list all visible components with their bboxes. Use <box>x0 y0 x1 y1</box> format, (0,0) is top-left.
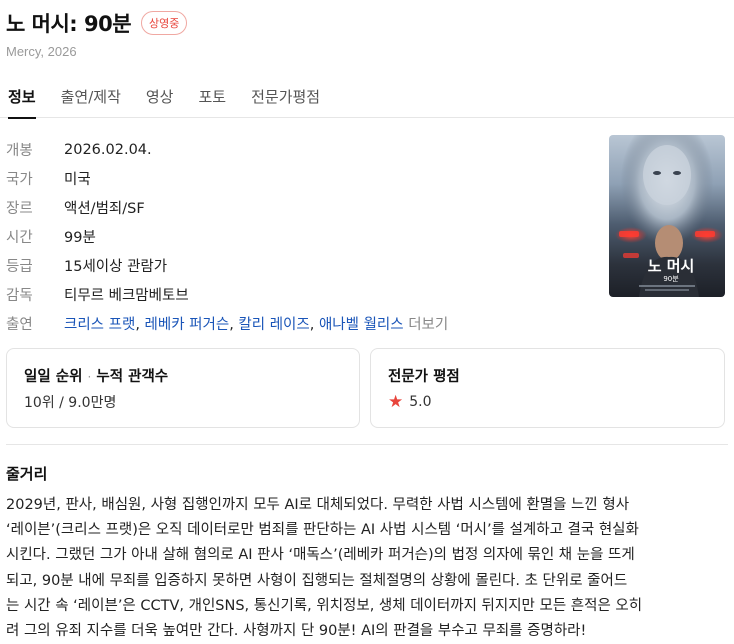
tab-bar: 정보 출연/제작 영상 포토 전문가평점 <box>0 78 734 119</box>
genre-label: 장르 <box>6 201 33 217</box>
synopsis-line: 2029년, 판사, 배심원, 사형 집행인까지 모두 AI로 대체되었다. 무… <box>6 497 630 513</box>
header: 노 머시: 90분 상영중 <box>6 8 188 38</box>
info-row-genre: 장르 액션/범죄/SF <box>6 193 448 222</box>
info-row-cast: 출연 크리스 프랫, 레베카 퍼거슨, 칼리 레이즈, 애나벨 월리스 더보기 <box>6 309 448 338</box>
synopsis-body: 2029년, 판사, 배심원, 사형 집행인까지 모두 AI로 대체되었다. 무… <box>6 493 728 644</box>
synopsis-line: 는 시간 속 ‘레이븐’은 CCTV, 개인SNS, 통신기록, 위치정보, 생… <box>6 597 643 614</box>
tab-critic-reviews[interactable]: 전문가평점 <box>251 78 320 118</box>
info-row-runtime: 시간 99분 <box>6 222 448 251</box>
info-row-director: 감독 티무르 베크맘베토브 <box>6 280 448 309</box>
country-value: 미국 <box>64 172 91 188</box>
info-list: 개봉 2026.02.04. 국가 미국 장르 액션/범죄/SF 시간 99분 … <box>6 135 448 338</box>
daily-rank-title: 일일 순위 <box>24 369 83 385</box>
poster-image: 노 머시 90분 <box>609 135 725 297</box>
genre-value: 액션/범죄/SF <box>64 201 145 217</box>
synopsis-line: 되고, 90분 내에 무죄를 입증하지 못하면 사형이 집행되는 절체절명의 상… <box>6 572 628 589</box>
cast-link[interactable]: 레베카 퍼거슨 <box>145 317 230 333</box>
critic-rating-title: 전문가 평점 <box>388 369 460 385</box>
tab-photo[interactable]: 포토 <box>198 78 226 118</box>
cast-link[interactable]: 애나벨 월리스 <box>319 317 404 333</box>
synopsis-line: 시킨다. 그랬던 그가 아내 살해 혐의로 AI 판사 ‘매독스’(레베카 퍼거… <box>6 547 635 564</box>
runtime-value: 99분 <box>64 230 96 246</box>
star-icon: ★ <box>388 392 404 412</box>
country-label: 국가 <box>6 172 33 188</box>
cumulative-audience-title: 누적 관객수 <box>96 369 169 385</box>
poster-title: 노 머시 <box>648 257 695 275</box>
movie-subtitle: Mercy, 2026 <box>6 44 77 59</box>
tab-info[interactable]: 정보 <box>8 78 36 119</box>
movie-poster[interactable]: 노 머시 90분 <box>609 135 725 297</box>
info-row-release: 개봉 2026.02.04. <box>6 135 448 164</box>
critic-rating-card[interactable]: 전문가 평점 ★ 5.0 <box>370 348 725 428</box>
runtime-label: 시간 <box>6 230 33 246</box>
release-label: 개봉 <box>6 143 33 159</box>
info-row-rating: 등급 15세이상 관람가 <box>6 251 448 280</box>
title-dot: · <box>87 370 92 384</box>
tab-video[interactable]: 영상 <box>146 78 174 118</box>
movie-title: 노 머시: 90분 <box>6 12 132 36</box>
critic-score: 5.0 <box>409 394 432 410</box>
cast-link[interactable]: 칼리 레이즈 <box>238 317 309 333</box>
poster-subtitle: 90분 <box>663 275 679 283</box>
synopsis-title: 줄거리 <box>6 465 48 483</box>
cast-link[interactable]: 크리스 프랫 <box>64 317 135 333</box>
cast-label: 출연 <box>6 317 33 333</box>
box-office-title: 일일 순위 · 누적 관객수 <box>24 365 168 386</box>
cast-more-link[interactable]: 더보기 <box>408 317 448 333</box>
info-row-country: 국가 미국 <box>6 164 448 193</box>
rating-value: 15세이상 관람가 <box>64 259 168 275</box>
director-link[interactable]: 티무르 베크맘베토브 <box>64 284 189 305</box>
box-office-value: 10위 / 9.0만명 <box>24 395 117 411</box>
release-value: 2026.02.04. <box>64 141 152 158</box>
synopsis-line: 려 그의 유죄 지수를 더욱 높여만 간다. 사형까지 단 90분! AI의 판… <box>6 623 587 640</box>
section-divider <box>6 444 728 445</box>
box-office-card[interactable]: 일일 순위 · 누적 관객수 10위 / 9.0만명 <box>6 348 360 428</box>
rating-label: 등급 <box>6 259 33 275</box>
status-badge: 상영중 <box>141 11 188 35</box>
synopsis-line: ‘레이븐’(크리스 프랫)은 오직 데이터로만 범죄를 판단하는 AI 사법 시… <box>6 522 639 539</box>
director-label: 감독 <box>6 288 33 304</box>
tab-cast-crew[interactable]: 출연/제작 <box>61 78 121 118</box>
